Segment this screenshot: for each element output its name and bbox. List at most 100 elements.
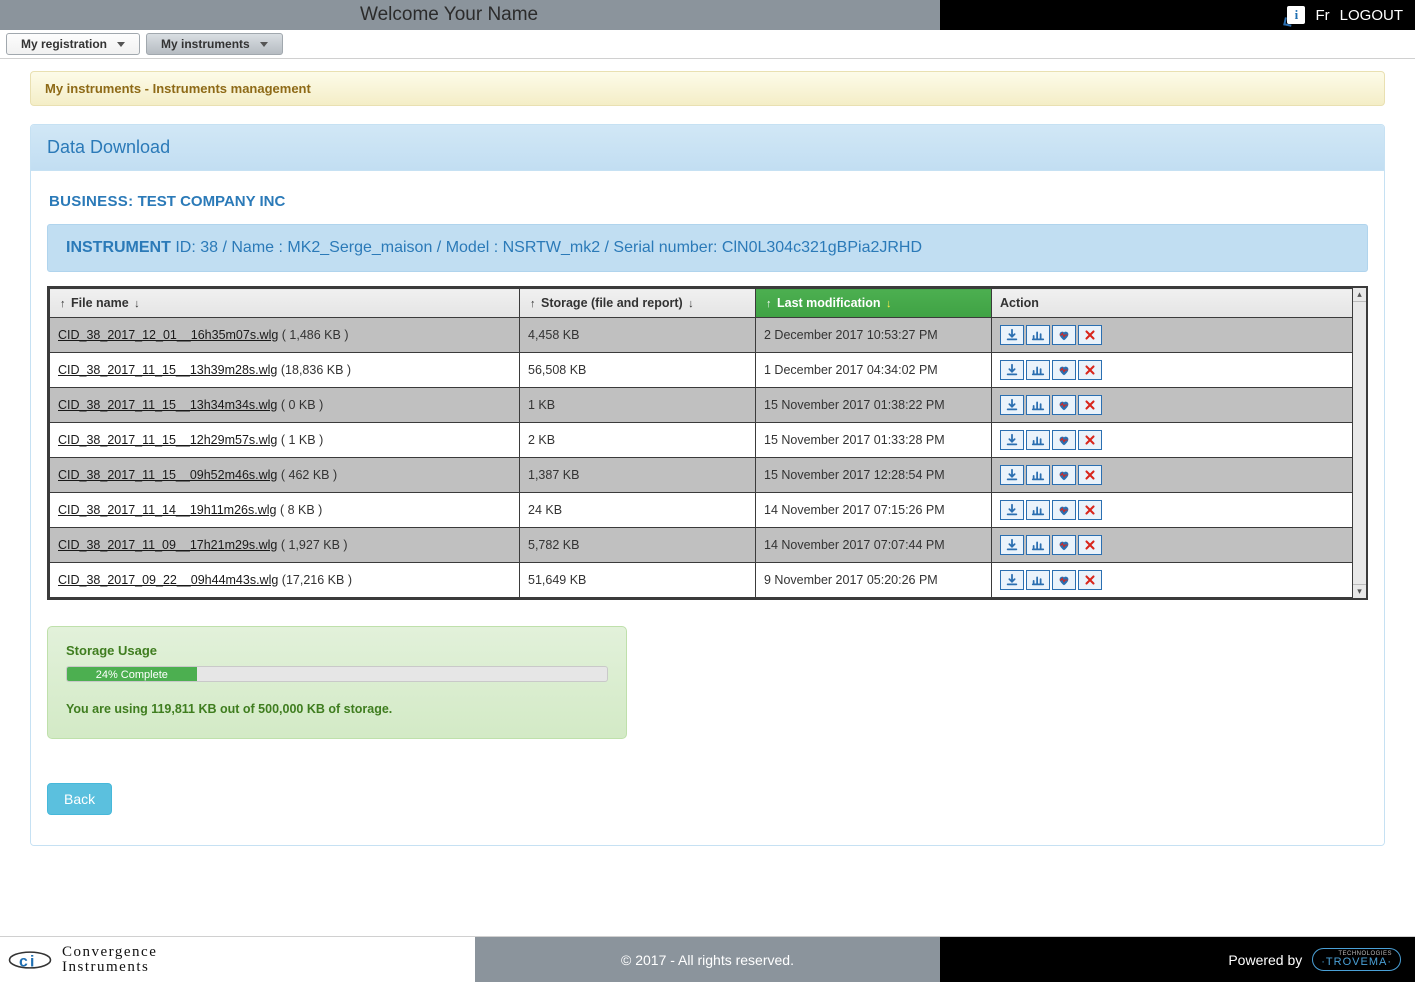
storage-progress-bar: 24% Complete (67, 667, 197, 681)
col-label: Storage (file and report) (541, 296, 683, 310)
sort-asc-icon[interactable] (766, 298, 772, 310)
col-action: Action (992, 289, 1366, 318)
heart-icon[interactable] (1052, 570, 1076, 590)
language-link[interactable]: Fr (1315, 7, 1329, 24)
file-link[interactable]: CID_38_2017_12_01__16h35m07s.wlg (58, 328, 278, 342)
storage-cell: 56,508 KB (520, 353, 756, 388)
file-link[interactable]: CID_38_2017_11_14__19h11m26s.wlg (58, 503, 276, 517)
modified-cell: 15 November 2017 12:28:54 PM (756, 458, 992, 493)
scroll-up-icon[interactable]: ▴ (1353, 288, 1366, 302)
convergence-logo: c i Convergence Instruments (6, 945, 157, 975)
file-link[interactable]: CID_38_2017_11_15__13h39m28s.wlg (58, 363, 277, 377)
table-row: CID_38_2017_11_15__13h39m28s.wlg (18,836… (50, 353, 1366, 388)
sort-desc-icon[interactable] (886, 298, 892, 310)
modified-cell: 14 November 2017 07:07:44 PM (756, 528, 992, 563)
sort-desc-icon[interactable] (134, 298, 140, 310)
modified-cell: 15 November 2017 01:33:28 PM (756, 423, 992, 458)
download-icon[interactable] (1000, 325, 1024, 345)
chart-icon[interactable] (1026, 325, 1050, 345)
nav-label: My registration (21, 37, 107, 51)
info-icon[interactable]: i (1287, 6, 1305, 24)
table-row: CID_38_2017_12_01__16h35m07s.wlg ( 1,486… (50, 318, 1366, 353)
instrument-bar: INSTRUMENT ID: 38 / Name : MK2_Serge_mai… (47, 224, 1368, 272)
table-row: CID_38_2017_11_15__13h34m34s.wlg ( 0 KB … (50, 388, 1366, 423)
chart-icon[interactable] (1026, 535, 1050, 555)
files-table: File name Storage (file and report) Last (49, 288, 1366, 598)
file-link[interactable]: CID_38_2017_11_09__17h21m29s.wlg (58, 538, 277, 552)
footer-copyright: © 2017 - All rights reserved. (475, 937, 940, 982)
scroll-down-icon[interactable]: ▾ (1353, 584, 1366, 598)
storage-cell: 2 KB (520, 423, 756, 458)
heart-icon[interactable] (1052, 360, 1076, 380)
col-label: Last modification (777, 296, 880, 310)
data-download-panel: Data Download BUSINESS: TEST COMPANY INC… (30, 124, 1385, 846)
delete-icon[interactable] (1078, 360, 1102, 380)
storage-title: Storage Usage (66, 643, 608, 658)
col-storage[interactable]: Storage (file and report) (520, 289, 756, 318)
nav-my-registration[interactable]: My registration (6, 33, 140, 55)
storage-progress: 24% Complete (66, 666, 608, 682)
heart-icon[interactable] (1052, 500, 1076, 520)
table-row: CID_38_2017_11_15__09h52m46s.wlg ( 462 K… (50, 458, 1366, 493)
modified-cell: 2 December 2017 10:53:27 PM (756, 318, 992, 353)
file-link[interactable]: CID_38_2017_09_22__09h44m43s.wlg (58, 573, 278, 587)
heart-icon[interactable] (1052, 325, 1076, 345)
storage-cell: 4,458 KB (520, 318, 756, 353)
action-cell (992, 318, 1366, 353)
file-link[interactable]: CID_38_2017_11_15__09h52m46s.wlg (58, 468, 277, 482)
file-size: (18,836 KB ) (281, 363, 351, 377)
action-cell (992, 528, 1366, 563)
table-row: CID_38_2017_11_14__19h11m26s.wlg ( 8 KB … (50, 493, 1366, 528)
chart-icon[interactable] (1026, 500, 1050, 520)
heart-icon[interactable] (1052, 430, 1076, 450)
welcome-text: Welcome Your Name (360, 4, 538, 25)
instrument-details: ID: 38 / Name : MK2_Serge_maison / Model… (175, 239, 922, 256)
chart-icon[interactable] (1026, 465, 1050, 485)
heart-icon[interactable] (1052, 535, 1076, 555)
download-icon[interactable] (1000, 360, 1024, 380)
sort-asc-icon[interactable] (530, 298, 536, 310)
panel-title: Data Download (31, 125, 1384, 171)
back-button[interactable]: Back (47, 783, 112, 815)
download-icon[interactable] (1000, 430, 1024, 450)
download-icon[interactable] (1000, 535, 1024, 555)
caret-down-icon (117, 42, 125, 47)
delete-icon[interactable] (1078, 325, 1102, 345)
sort-desc-icon[interactable] (688, 298, 694, 310)
download-icon[interactable] (1000, 570, 1024, 590)
modified-cell: 9 November 2017 05:20:26 PM (756, 563, 992, 598)
chart-icon[interactable] (1026, 360, 1050, 380)
delete-icon[interactable] (1078, 430, 1102, 450)
delete-icon[interactable] (1078, 465, 1102, 485)
storage-cell: 1,387 KB (520, 458, 756, 493)
action-cell (992, 493, 1366, 528)
logout-link[interactable]: LOGOUT (1340, 7, 1403, 24)
delete-icon[interactable] (1078, 535, 1102, 555)
download-icon[interactable] (1000, 395, 1024, 415)
sort-asc-icon[interactable] (60, 298, 66, 310)
heart-icon[interactable] (1052, 465, 1076, 485)
modified-cell: 1 December 2017 04:34:02 PM (756, 353, 992, 388)
heart-icon[interactable] (1052, 395, 1076, 415)
delete-icon[interactable] (1078, 570, 1102, 590)
delete-icon[interactable] (1078, 395, 1102, 415)
chart-icon[interactable] (1026, 430, 1050, 450)
col-last-modification[interactable]: Last modification (756, 289, 992, 318)
delete-icon[interactable] (1078, 500, 1102, 520)
col-file-name[interactable]: File name (50, 289, 520, 318)
table-scrollbar[interactable]: ▴ ▾ (1352, 288, 1366, 598)
welcome-banner: Welcome Your Name (0, 0, 940, 30)
instrument-label: INSTRUMENT (66, 239, 171, 256)
nav-my-instruments[interactable]: My instruments (146, 33, 283, 55)
action-cell (992, 353, 1366, 388)
modified-cell: 15 November 2017 01:38:22 PM (756, 388, 992, 423)
file-link[interactable]: CID_38_2017_11_15__12h29m57s.wlg (58, 433, 277, 447)
file-size: (17,216 KB ) (282, 573, 352, 587)
download-icon[interactable] (1000, 465, 1024, 485)
download-icon[interactable] (1000, 500, 1024, 520)
footer-company-l1: Convergence (62, 945, 157, 960)
chart-icon[interactable] (1026, 570, 1050, 590)
chart-icon[interactable] (1026, 395, 1050, 415)
file-link[interactable]: CID_38_2017_11_15__13h34m34s.wlg (58, 398, 277, 412)
action-cell (992, 563, 1366, 598)
